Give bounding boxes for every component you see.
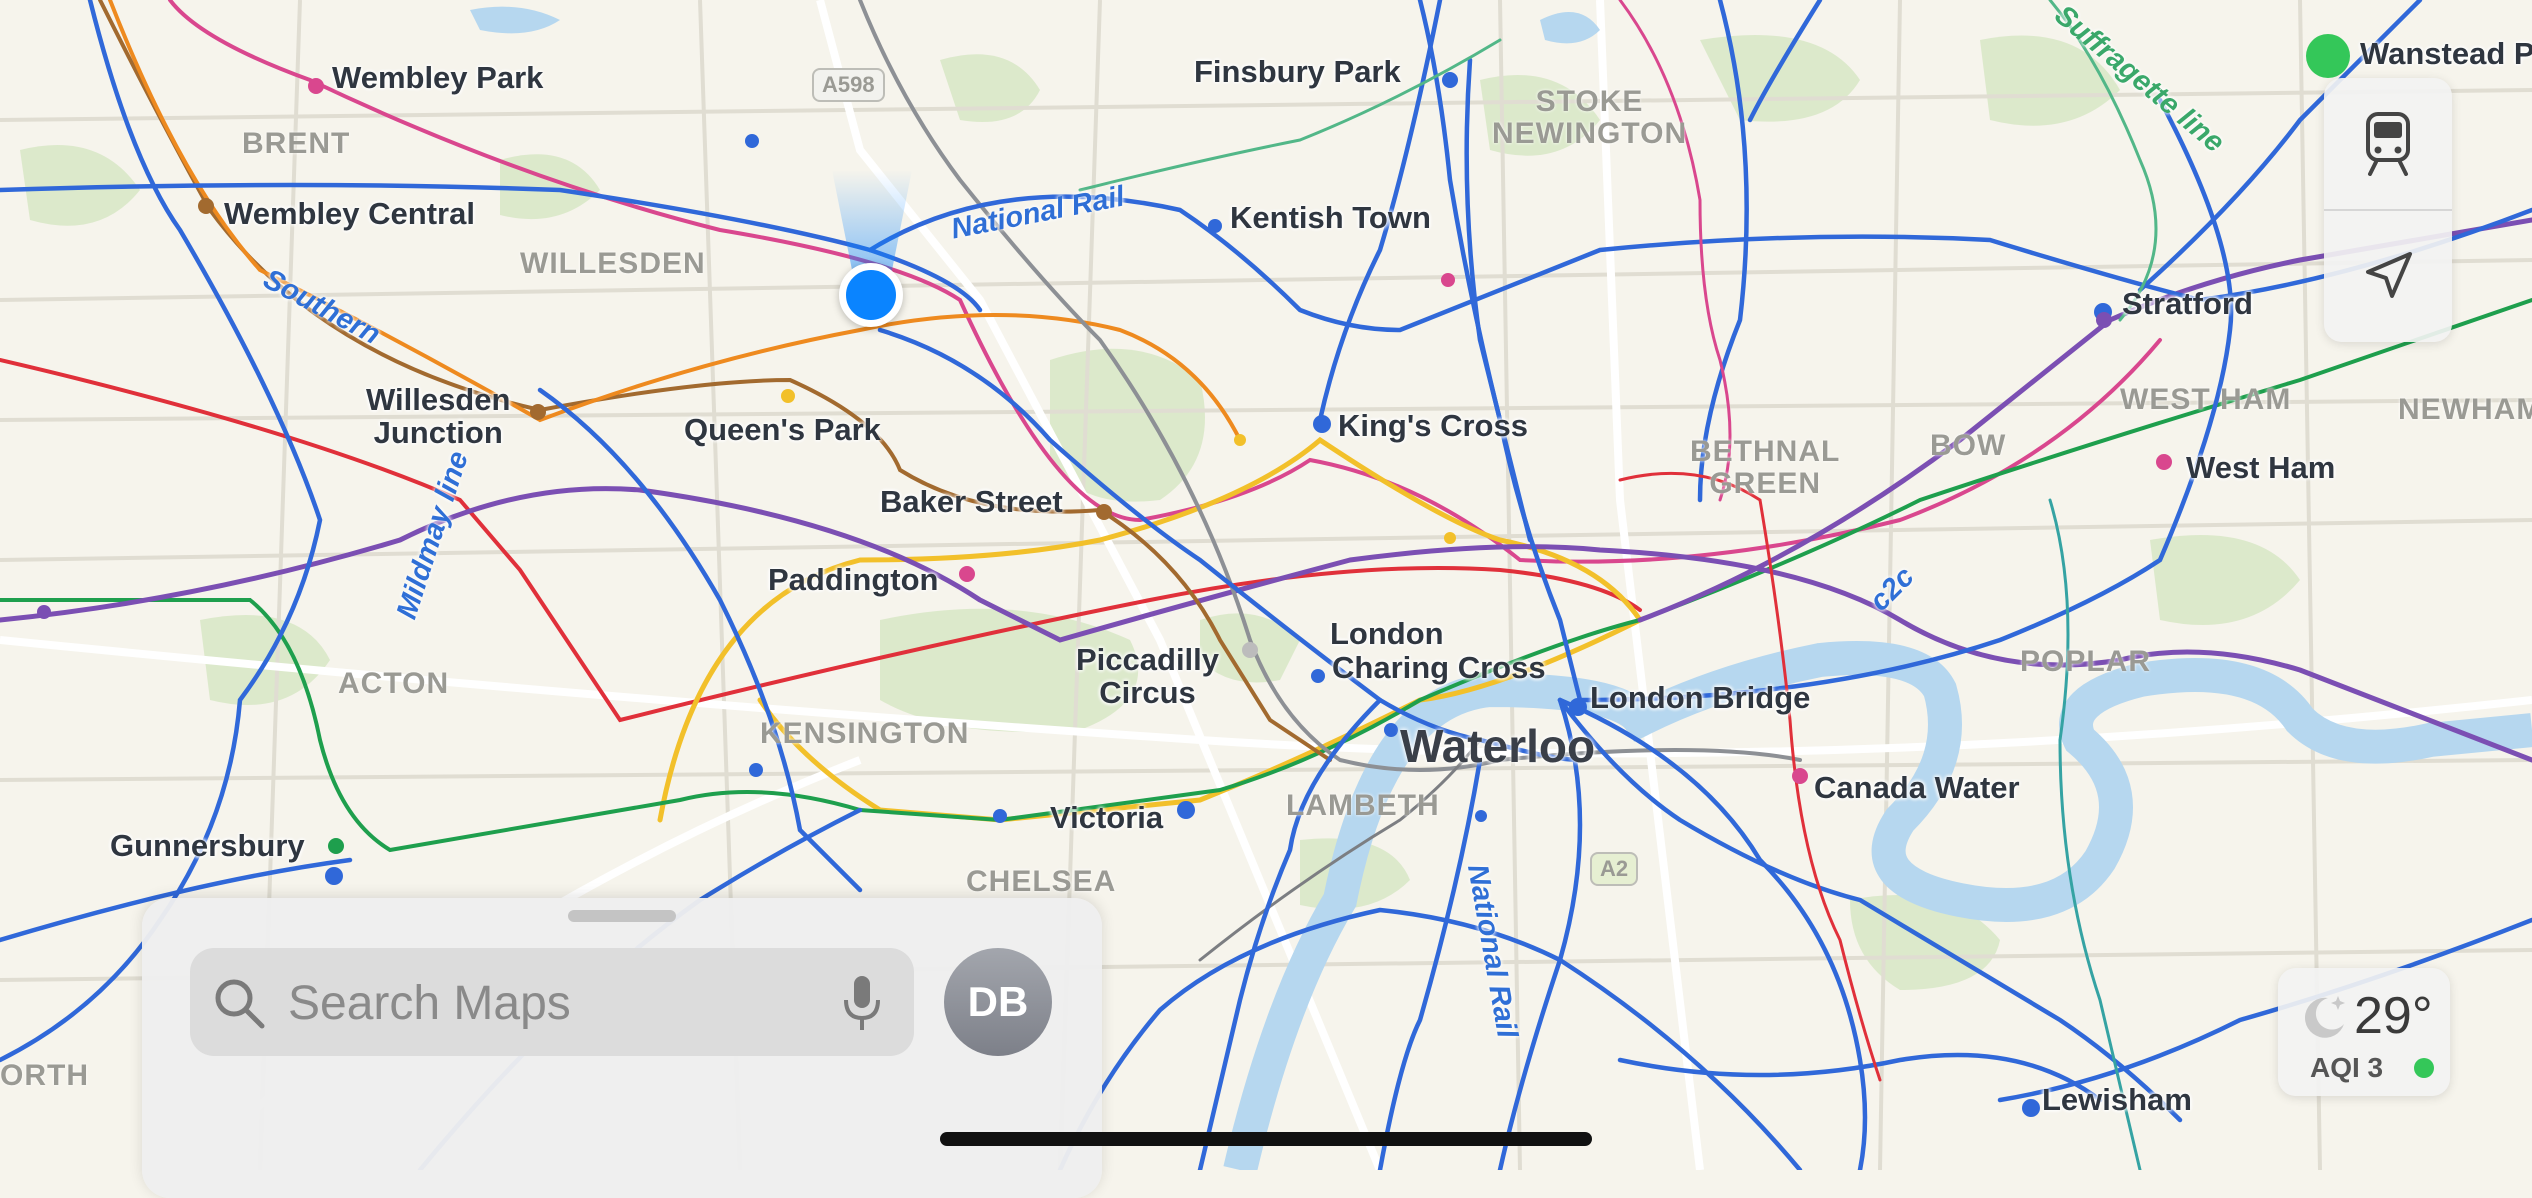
aqi-label: AQI 3 [2310,1052,2384,1083]
station-label-london-bridge[interactable]: London Bridge [1590,681,1810,715]
road-shield-a2: A2 [1590,852,1639,886]
station-label-stratford[interactable]: Stratford [2122,287,2253,321]
area-label-willesden: WILLESDEN [520,247,706,280]
station-label-finsbury-park[interactable]: Finsbury Park [1194,55,1401,89]
area-label-chelsea: CHELSEA [966,865,1117,898]
station-label-west-ham[interactable]: West Ham [2186,451,2335,485]
temperature: 29° [2354,987,2433,1045]
area-label-west-ham: WEST HAM [2120,383,2292,416]
locate-me-button[interactable] [2324,210,2452,342]
area-label-bow: BOW [1930,429,2007,462]
station-label-victoria[interactable]: Victoria [1050,801,1163,835]
location-arrow-icon [2366,252,2412,298]
search-sheet[interactable]: DB [142,898,1102,1198]
area-label-brent: BRENT [242,127,351,160]
station-label-gunnersbury[interactable]: Gunnersbury [110,829,305,863]
weather-widget[interactable]: 29° AQI 3 [2278,968,2450,1096]
station-label-waterloo[interactable]: Waterloo [1400,722,1595,771]
search-input[interactable] [286,948,810,1058]
area-label-north: ORTH [0,1059,89,1092]
area-label-acton: ACTON [338,667,450,700]
station-label-london[interactable]: London [1330,617,1444,651]
user-location-dot[interactable] [839,263,903,327]
station-label-piccadilly-circus[interactable]: Piccadilly Circus [1076,643,1219,709]
train-icon [2366,112,2410,176]
station-label-paddington[interactable]: Paddington [768,563,938,597]
park-icon [2306,34,2350,78]
station-label-wembley-central[interactable]: Wembley Central [224,197,475,231]
station-label-baker-street[interactable]: Baker Street [880,485,1063,519]
station-label-kings-cross[interactable]: King's Cross [1338,409,1528,443]
area-label-stoke-newington: STOKE NEWINGTON [1492,85,1688,150]
avatar[interactable]: DB [944,948,1052,1056]
road-shield-a598: A598 [812,68,885,102]
map-controls [2324,78,2452,342]
station-label-willesden-junction[interactable]: Willesden Junction [366,383,510,449]
station-label-wembley-park[interactable]: Wembley Park [332,61,543,95]
station-label-wanstead-park[interactable]: Wanstead P [2360,37,2532,71]
station-label-kentish-town[interactable]: Kentish Town [1230,201,1431,235]
home-indicator[interactable] [940,1132,1592,1146]
sheet-grabber[interactable] [568,910,676,922]
station-label-charing-cross[interactable]: Charing Cross [1332,651,1546,685]
area-label-bethnal-green: BETHNAL GREEN [1690,435,1841,500]
station-label-canada-water[interactable]: Canada Water [1814,771,2020,805]
area-label-newham: NEWHAM [2398,393,2532,426]
search-bar[interactable] [190,948,914,1058]
transit-mode-button[interactable] [2324,78,2452,210]
area-label-poplar: POPLAR [2020,645,2152,678]
moon-stars-icon [2304,996,2345,1038]
station-label-queens-park[interactable]: Queen's Park [684,413,881,447]
station-label-lewisham[interactable]: Lewisham [2042,1083,2192,1117]
area-label-kensington: KENSINGTON [760,717,970,750]
microphone-icon[interactable] [842,974,882,1032]
area-label-lambeth: LAMBETH [1286,789,1440,822]
search-icon [215,979,265,1029]
aqi-status-dot [2414,1058,2434,1078]
